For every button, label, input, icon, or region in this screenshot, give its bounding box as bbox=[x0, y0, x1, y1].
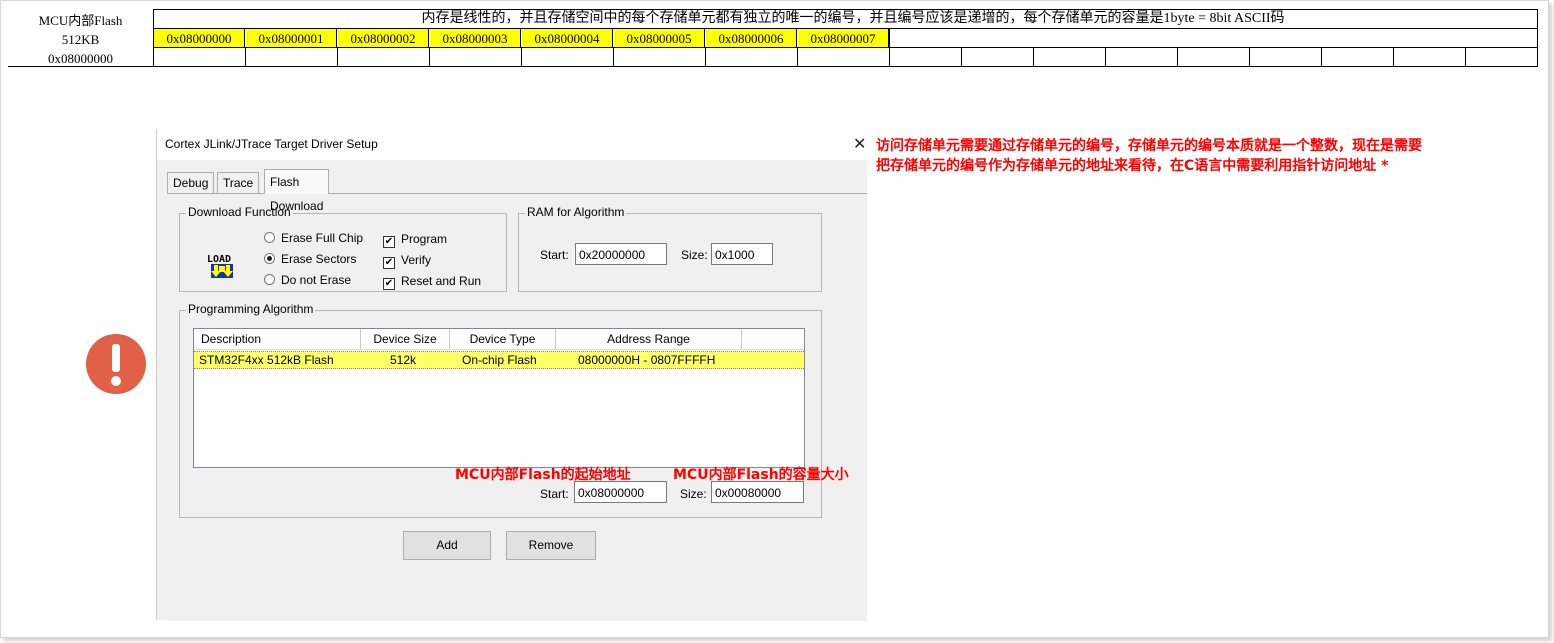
verify-checkbox[interactable]: ✔ Verify bbox=[383, 253, 431, 269]
flash-start-label: Start: bbox=[540, 487, 569, 501]
ram-size-input[interactable]: 0x1000 bbox=[711, 243, 773, 265]
address-cell: 0x08000006 bbox=[706, 29, 797, 48]
row-label-flash: MCU内部Flash bbox=[38, 13, 123, 28]
verify-label: Verify bbox=[401, 253, 432, 267]
column-address-range[interactable]: Address Range bbox=[556, 329, 742, 349]
grid-line bbox=[1465, 47, 1466, 67]
grid-line bbox=[153, 9, 1538, 10]
table-header: Description Device Size Device Type Addr… bbox=[194, 329, 804, 350]
program-label: Program bbox=[401, 232, 448, 246]
check-icon: ✔ bbox=[383, 257, 395, 269]
address-cell: 0x08000001 bbox=[246, 29, 337, 48]
ram-for-algorithm-group: RAM for Algorithm Start: 0x20000000 Size… bbox=[518, 205, 822, 292]
close-icon[interactable]: ✕ bbox=[853, 134, 866, 154]
remove-button[interactable]: Remove bbox=[506, 531, 596, 560]
radio-icon bbox=[264, 274, 275, 285]
pointer-note-line2: 把存储单元的编号作为存储单元的地址来看待，在C语言中需要利用指针访问地址 * bbox=[876, 158, 1389, 174]
column-description[interactable]: Description bbox=[194, 329, 361, 349]
jlink-setup-dialog: Cortex JLink/JTrace Target Driver Setup … bbox=[156, 129, 867, 621]
grid-line bbox=[1537, 9, 1538, 67]
grid-line bbox=[153, 28, 1538, 29]
do-not-erase-radio[interactable]: Do not Erase bbox=[264, 273, 351, 287]
address-cell: 0x08000007 bbox=[798, 29, 889, 48]
grid-line bbox=[1249, 47, 1250, 67]
grid-line bbox=[705, 47, 706, 67]
ram-start-label: Start: bbox=[540, 248, 569, 262]
cell-device-type: On-chip Flash bbox=[462, 353, 537, 367]
grid-line bbox=[1321, 47, 1322, 67]
reset-and-run-label: Reset and Run bbox=[401, 274, 482, 288]
check-icon: ✔ bbox=[383, 278, 395, 290]
tab-trace[interactable]: Trace bbox=[217, 172, 260, 194]
cell-device-size: 512k bbox=[390, 353, 417, 367]
flash-size-label: Size: bbox=[680, 487, 707, 501]
program-checkbox[interactable]: ✔ Program bbox=[383, 232, 447, 248]
grid-line bbox=[613, 47, 614, 67]
address-cell: 0x08000004 bbox=[522, 29, 613, 48]
load-icon-text: LOAD bbox=[207, 254, 231, 265]
grid-line bbox=[1033, 47, 1034, 67]
grid-line bbox=[429, 47, 430, 67]
grid-line bbox=[8, 66, 1538, 67]
grid-line bbox=[797, 47, 798, 67]
load-icon: LOAD bbox=[206, 251, 238, 283]
flash-start-input[interactable]: 0x08000000 bbox=[574, 481, 667, 503]
radio-selected-icon bbox=[264, 253, 275, 264]
grid-line bbox=[153, 47, 1538, 48]
column-device-size[interactable]: Device Size bbox=[361, 329, 450, 349]
cell-description: STM32F4xx 512kB Flash bbox=[199, 353, 334, 367]
cell-address-range: 08000000H - 0807FFFFH bbox=[578, 353, 716, 367]
grid-line bbox=[1393, 47, 1394, 67]
check-icon: ✔ bbox=[383, 236, 395, 248]
dialog-titlebar[interactable]: Cortex JLink/JTrace Target Driver Setup … bbox=[157, 129, 867, 160]
grid-line bbox=[521, 47, 522, 67]
tab-debug[interactable]: Debug bbox=[167, 172, 215, 194]
pointer-note-line1: 访问存储单元需要通过存储单元的编号，存储单元的编号本质就是一个整数，现在是需要 bbox=[876, 138, 1422, 154]
grid-line bbox=[1105, 47, 1106, 67]
ram-group-title: RAM for Algorithm bbox=[525, 205, 627, 219]
ram-start-input[interactable]: 0x20000000 bbox=[575, 243, 667, 265]
grid-line bbox=[245, 47, 246, 67]
grid-line bbox=[153, 9, 154, 67]
column-device-type[interactable]: Device Type bbox=[450, 329, 556, 349]
erase-full-chip-radio[interactable]: Erase Full Chip bbox=[264, 231, 363, 245]
erase-full-chip-label: Erase Full Chip bbox=[281, 231, 364, 245]
flash-size-input[interactable]: 0x00080000 bbox=[711, 481, 804, 503]
flash-download-panel: Download Function LOAD Erase Full Chip E… bbox=[167, 193, 867, 621]
address-cell: 0x08000002 bbox=[338, 29, 429, 48]
memory-description-text: 内存是线性的，并且存储空间中的每个存储单元都有独立的唯一的编号，并且编号应该是递… bbox=[421, 11, 1285, 26]
radio-icon bbox=[264, 232, 275, 243]
grid-line bbox=[337, 47, 338, 67]
flash-size-note: MCU内部Flash的容量大小 bbox=[673, 467, 849, 483]
do-not-erase-label: Do not Erase bbox=[281, 273, 352, 287]
exclamation-icon bbox=[86, 334, 146, 394]
address-cell: 0x08000000 bbox=[154, 29, 245, 48]
algorithm-table: Description Device Size Device Type Addr… bbox=[193, 328, 805, 468]
programming-algorithm-title: Programming Algorithm bbox=[186, 302, 316, 316]
start-address-note: MCU内部Flash的起始地址 bbox=[455, 467, 631, 483]
grid-line bbox=[1177, 47, 1178, 67]
table-row[interactable]: STM32F4xx 512kB Flash 512k On-chip Flash… bbox=[194, 351, 804, 369]
grid-line bbox=[889, 28, 890, 67]
row-label-size: 512KB bbox=[61, 32, 100, 47]
add-button[interactable]: Add bbox=[403, 531, 491, 560]
address-cell: 0x08000005 bbox=[614, 29, 705, 48]
erase-sectors-label: Erase Sectors bbox=[281, 252, 357, 266]
download-function-group: Download Function LOAD Erase Full Chip E… bbox=[179, 205, 507, 292]
erase-sectors-radio[interactable]: Erase Sectors bbox=[264, 252, 356, 266]
reset-and-run-checkbox[interactable]: ✔ Reset and Run bbox=[383, 274, 481, 290]
grid-line bbox=[961, 47, 962, 67]
address-cell: 0x08000003 bbox=[430, 29, 521, 48]
tab-flash-download[interactable]: Flash Download bbox=[264, 169, 330, 213]
ram-size-label: Size: bbox=[681, 248, 708, 262]
dialog-title: Cortex JLink/JTrace Target Driver Setup bbox=[165, 137, 378, 151]
